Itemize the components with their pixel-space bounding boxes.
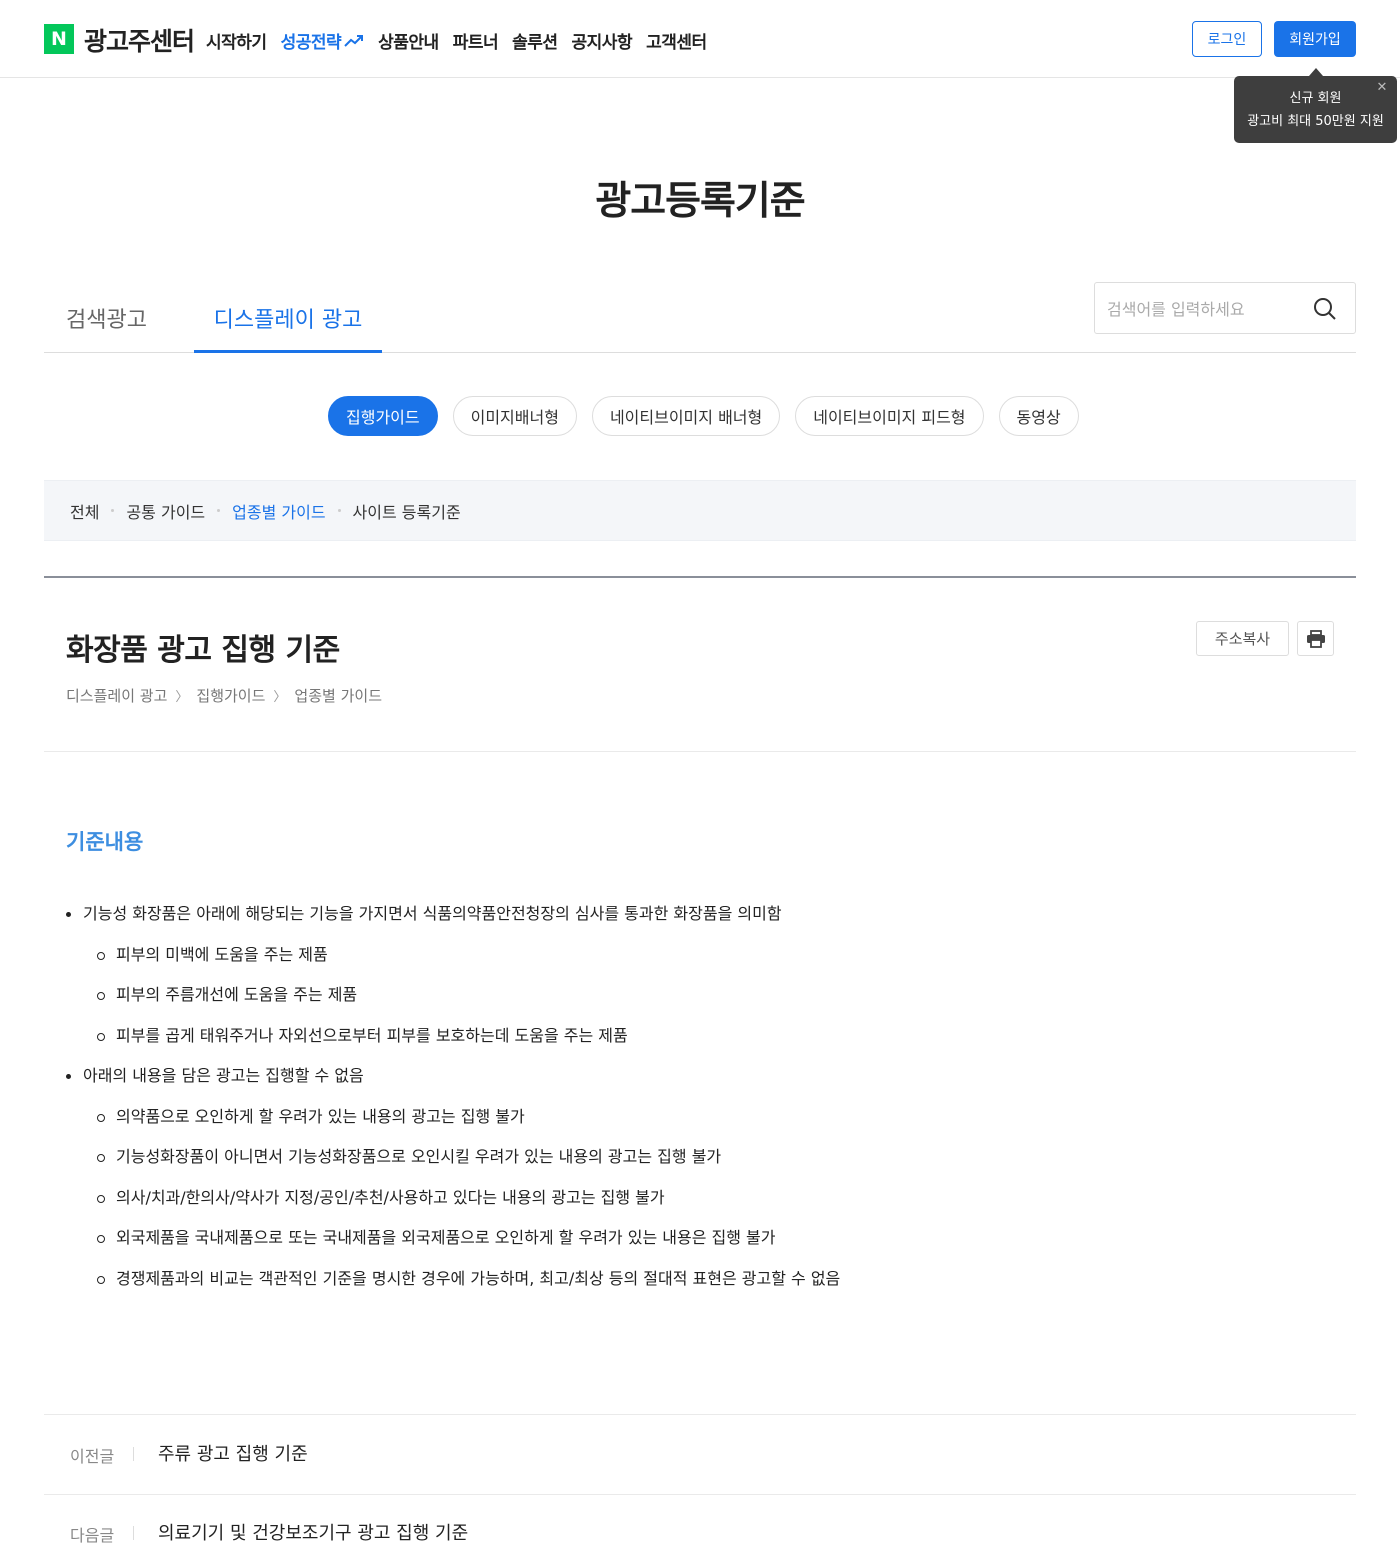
filter-separator (217, 509, 221, 512)
chevron-right-icon: 〉 (273, 690, 287, 705)
nav-item-strategy[interactable]: 성공전략 (281, 28, 365, 53)
divider (44, 751, 1356, 752)
pill-native-image-banner[interactable]: 네이티브이미지 배너형 (591, 396, 781, 436)
close-icon[interactable]: ✕ (1376, 81, 1388, 94)
global-header: N 광고주센터 시작하기 성공전략 상품안내 파트너 솔루션 공지사항 고객센터… (0, 0, 1400, 78)
filter-separator (337, 509, 341, 512)
tooltip-line-2: 광고비 최대 50만원 지원 (1247, 114, 1384, 129)
pill-video[interactable]: 동영상 (998, 396, 1079, 436)
sub-filter-bar: 전체 공통 가이드 업종별 가이드 사이트 등록기준 (44, 480, 1356, 541)
search-input[interactable] (1107, 297, 1307, 321)
print-button[interactable] (1297, 621, 1334, 656)
filter-common-guide[interactable]: 공통 가이드 (126, 499, 205, 523)
next-article-link[interactable]: 의료기기 및 건강보조기구 광고 집행 기준 (158, 1519, 468, 1545)
list-subitem: 의사/치과/한의사/약사가 지정/공인/추천/사용하고 있다는 내용의 광고는 … (66, 1182, 1326, 1223)
nav-item-products[interactable]: 상품안내 (378, 28, 439, 53)
section-rule (44, 576, 1356, 578)
list-subitem: 외국제품을 국내제품으로 또는 국내제품을 외국제품으로 오인하게 할 우려가 … (66, 1222, 1326, 1263)
nav-item-strategy-label: 성공전략 (280, 33, 342, 53)
nav-item-notice[interactable]: 공지사항 (572, 28, 633, 53)
prev-article-link[interactable]: 주류 광고 집행 기준 (158, 1440, 308, 1466)
category-pills: 집행가이드 이미지배너형 네이티브이미지 배너형 네이티브이미지 피드형 동영상 (328, 396, 1079, 436)
divider (44, 1494, 1356, 1495)
article-content: 기능성 화장품은 아래에 해당되는 기능을 가지면서 식품의약품안전청장의 심사… (66, 898, 1326, 1303)
breadcrumb-item[interactable]: 디스플레이 광고 (66, 685, 167, 706)
pill-image-banner[interactable]: 이미지배너형 (452, 396, 577, 436)
page-title: 광고등록기준 (595, 179, 805, 224)
naver-logo-icon[interactable]: N (44, 24, 74, 54)
next-label: 다음글 (70, 1526, 115, 1545)
prev-label: 이전글 (70, 1447, 115, 1466)
login-button[interactable]: 로그인 (1192, 21, 1262, 57)
pill-native-image-feed[interactable]: 네이티브이미지 피드형 (795, 396, 984, 436)
section-heading: 기준내용 (66, 830, 144, 854)
tab-display-ad[interactable]: 디스플레이 광고 (194, 302, 382, 353)
list-subitem: 피부의 주름개선에 도움을 주는 제품 (66, 979, 1326, 1020)
breadcrumb-item[interactable]: 업종별 가이드 (294, 685, 382, 706)
chevron-right-icon: 〉 (175, 690, 189, 705)
list-item: 기능성 화장품은 아래에 해당되는 기능을 가지면서 식품의약품안전청장의 심사… (66, 898, 1326, 939)
breadcrumb: 디스플레이 광고 〉 집행가이드 〉 업종별 가이드 (66, 685, 382, 706)
search-icon[interactable] (1313, 297, 1337, 321)
ad-type-tabs: 검색광고 디스플레이 광고 (44, 282, 1356, 353)
tab-search-ad[interactable]: 검색광고 (66, 302, 147, 353)
list-subitem: 피부의 미백에 도움을 주는 제품 (66, 939, 1326, 980)
divider (44, 1414, 1356, 1415)
article-title: 화장품 광고 집행 기준 (66, 633, 340, 668)
main-nav: 시작하기 성공전략 상품안내 파트너 솔루션 공지사항 고객센터 (206, 28, 707, 53)
tooltip-line-1: 신규 회원 (1289, 91, 1342, 106)
filter-industry-guide[interactable]: 업종별 가이드 (232, 499, 325, 523)
copy-url-button[interactable]: 주소복사 (1196, 621, 1289, 656)
filter-site-criteria[interactable]: 사이트 등록기준 (353, 499, 461, 523)
list-subitem: 기능성화장품이 아니면서 기능성화장품으로 오인시킬 우려가 있는 내용의 광고… (66, 1141, 1326, 1182)
nav-item-support[interactable]: 고객센터 (646, 28, 707, 53)
nav-item-solution[interactable]: 솔루션 (512, 28, 558, 53)
site-logo-text[interactable]: 광고주센터 (84, 22, 195, 58)
filter-separator (111, 509, 115, 512)
filter-all[interactable]: 전체 (70, 499, 99, 523)
nav-item-start[interactable]: 시작하기 (206, 28, 267, 53)
list-subitem: 의약품으로 오인하게 할 우려가 있는 내용의 광고는 집행 불가 (66, 1101, 1326, 1142)
prev-separator (133, 1447, 134, 1461)
join-button[interactable]: 회원가입 (1274, 21, 1356, 57)
signup-promo-tooltip: 신규 회원 광고비 최대 50만원 지원 ✕ (1234, 68, 1397, 143)
list-item: 아래의 내용을 담은 광고는 집행할 수 없음 (66, 1060, 1326, 1101)
trend-arrow-icon (344, 34, 364, 47)
list-subitem: 경쟁제품과의 비교는 객관적인 기준을 명시한 경우에 가능하며, 최고/최상 … (66, 1263, 1326, 1304)
search-box (1094, 282, 1356, 334)
next-separator (133, 1526, 134, 1540)
nav-item-partner[interactable]: 파트너 (453, 28, 499, 53)
list-subitem: 피부를 곱게 태워주거나 자외선으로부터 피부를 보호하는데 도움을 주는 제품 (66, 1020, 1326, 1061)
print-icon (1306, 629, 1325, 648)
breadcrumb-item[interactable]: 집행가이드 (196, 685, 265, 706)
pill-execution-guide[interactable]: 집행가이드 (328, 396, 438, 436)
